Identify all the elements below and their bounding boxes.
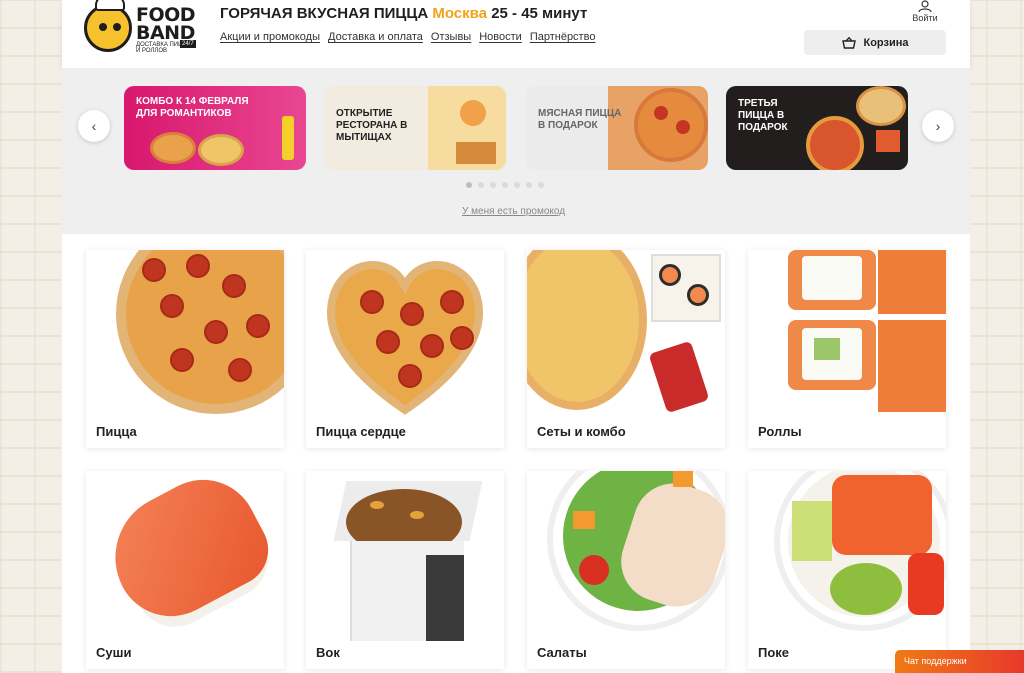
sets-combo-image <box>527 250 725 420</box>
title-text: ГОРЯЧАЯ ВКУСНАЯ ПИЦЦА <box>220 5 429 22</box>
sushi-image <box>86 471 284 641</box>
banner-restaurant-opening[interactable]: ОТКРЫТИЕ РЕСТОРАНА В МЫТИЩАХ <box>324 86 506 170</box>
nav-item-promos[interactable]: Акции и промокоды <box>220 31 320 43</box>
user-icon <box>918 0 932 12</box>
category-card-sets-combo[interactable]: Сеты и комбо <box>527 250 725 448</box>
category-card-sushi[interactable]: Суши <box>86 471 284 669</box>
wok-box-image <box>306 471 504 641</box>
banner-carousel: ‹ КОМБО К 14 ФЕВРАЛЯ ДЛЯ РОМАНТИКОВ ОТКР… <box>62 68 970 234</box>
carousel-dot[interactable] <box>502 182 508 188</box>
category-card-poke[interactable]: Поке <box>748 471 946 669</box>
nav-item-partnership[interactable]: Партнёрство <box>530 31 596 43</box>
carousel-dot[interactable] <box>490 182 496 188</box>
site-header: FOOD BAND ДОСТАВКА ПИЦЦЫ И РОЛЛОВ 24/7 Г… <box>62 0 970 68</box>
carousel-dot[interactable] <box>478 182 484 188</box>
logo[interactable]: FOOD BAND ДОСТАВКА ПИЦЦЫ И РОЛЛОВ 24/7 <box>84 0 196 56</box>
top-nav: Акции и промокоды Доставка и оплата Отзы… <box>220 31 595 43</box>
banner-text: ТРЕТЬЯ ПИЦЦА В ПОДАРОК <box>738 98 788 133</box>
category-card-salads[interactable]: Салаты <box>527 471 725 669</box>
category-label: Вок <box>316 645 340 660</box>
cart-label: Корзина <box>863 36 909 49</box>
logo-badge: 24/7 <box>180 40 196 48</box>
promo-code-link[interactable]: У меня есть промокод <box>462 206 565 217</box>
heart-pizza-image <box>306 250 504 420</box>
carousel-dot[interactable] <box>538 182 544 188</box>
category-label: Сеты и комбо <box>537 424 626 439</box>
carousel-prev-button[interactable]: ‹ <box>78 110 110 142</box>
support-chat-button[interactable]: Чат поддержки <box>895 650 1024 673</box>
carousel-next-button[interactable]: › <box>922 110 954 142</box>
dog-mascot-icon <box>84 0 132 52</box>
carousel-dot[interactable] <box>526 182 532 188</box>
page-title: ГОРЯЧАЯ ВКУСНАЯ ПИЦЦА Москва 25 - 45 мин… <box>220 5 587 22</box>
category-card-rolls[interactable]: Роллы <box>748 250 946 448</box>
nav-item-news[interactable]: Новости <box>479 31 522 43</box>
category-card-wok[interactable]: Вок <box>306 471 504 669</box>
nav-item-delivery[interactable]: Доставка и оплата <box>328 31 423 43</box>
category-label: Салаты <box>537 645 587 660</box>
carousel-dots <box>466 182 544 188</box>
category-label: Пицца сердце <box>316 424 406 439</box>
category-label: Роллы <box>758 424 802 439</box>
category-label: Пицца <box>96 424 137 439</box>
carousel-dot[interactable] <box>466 182 472 188</box>
category-label: Поке <box>758 645 790 660</box>
city-selector[interactable]: Москва <box>432 5 487 22</box>
poke-image <box>748 471 946 641</box>
category-label: Суши <box>96 645 132 660</box>
delivery-time: 25 - 45 минут <box>491 5 588 22</box>
chevron-left-icon: ‹ <box>91 118 97 134</box>
banner-text: МЯСНАЯ ПИЦЦА В ПОДАРОК <box>538 108 622 131</box>
login-label: Войти <box>912 13 938 23</box>
pizza-image <box>86 250 284 420</box>
rolls-image <box>748 250 946 420</box>
banner-text: КОМБО К 14 ФЕВРАЛЯ ДЛЯ РОМАНТИКОВ <box>136 96 249 119</box>
banner-text: ОТКРЫТИЕ РЕСТОРАНА В МЫТИЩАХ <box>336 108 408 143</box>
chevron-right-icon: › <box>935 118 941 134</box>
logo-text: FOOD BAND <box>136 4 196 44</box>
banner-meat-pizza-gift[interactable]: МЯСНАЯ ПИЦЦА В ПОДАРОК <box>526 86 708 170</box>
banner-valentine-combo[interactable]: КОМБО К 14 ФЕВРАЛЯ ДЛЯ РОМАНТИКОВ <box>124 86 306 170</box>
salad-image <box>527 471 725 641</box>
page-column: FOOD BAND ДОСТАВКА ПИЦЦЫ И РОЛЛОВ 24/7 Г… <box>62 0 970 673</box>
category-card-heart-pizza[interactable]: Пицца сердце <box>306 250 504 448</box>
category-card-pizza[interactable]: Пицца <box>86 250 284 448</box>
carousel-dot[interactable] <box>514 182 520 188</box>
basket-icon <box>841 36 856 49</box>
nav-item-reviews[interactable]: Отзывы <box>431 31 471 43</box>
cart-button[interactable]: Корзина <box>804 30 946 55</box>
banner-third-pizza-gift[interactable]: ТРЕТЬЯ ПИЦЦА В ПОДАРОК <box>726 86 908 170</box>
login-button[interactable]: Войти <box>910 0 940 23</box>
